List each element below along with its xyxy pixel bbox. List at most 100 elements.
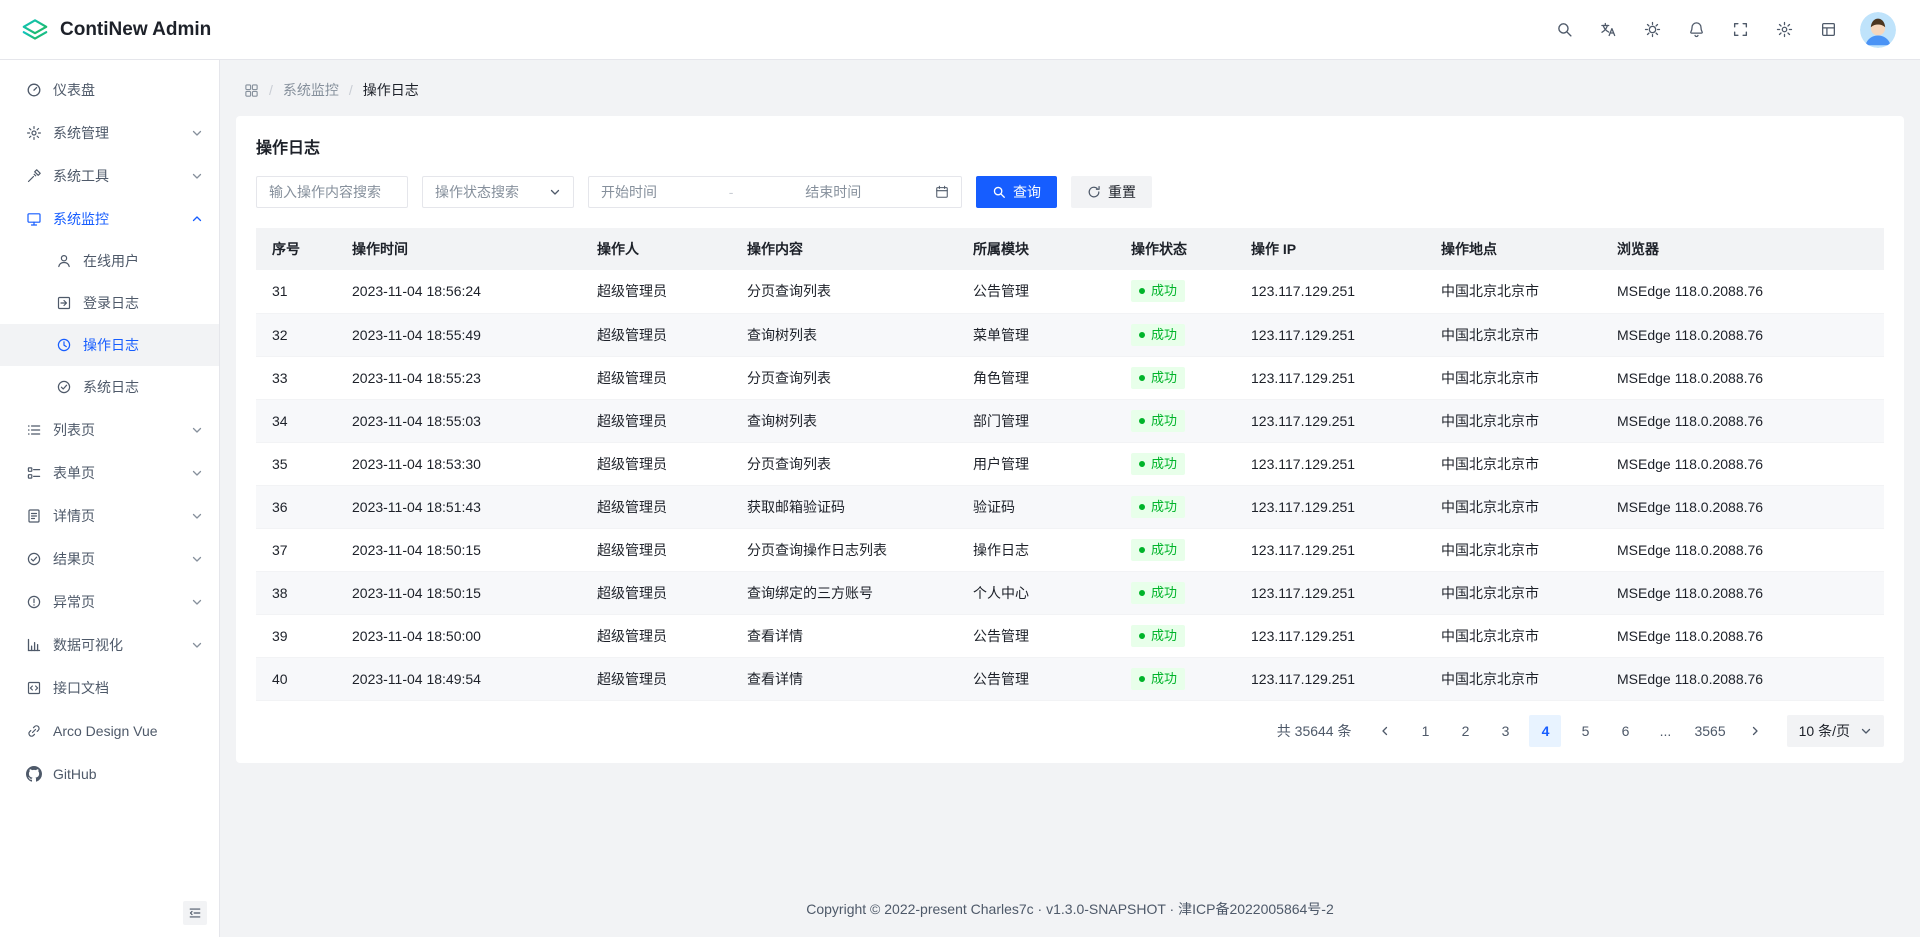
status-select[interactable]: 操作状态搜索 xyxy=(422,176,574,208)
sidebar-item-online-users[interactable]: 在线用户 xyxy=(0,240,219,282)
cell-browser: MSEdge 118.0.2088.76 xyxy=(1601,313,1884,356)
search-icon xyxy=(992,185,1006,199)
status-dot-icon xyxy=(1139,504,1145,510)
sidebar-item-arco-design-vue[interactable]: Arco Design Vue xyxy=(0,709,219,752)
sidebar-item-label: Arco Design Vue xyxy=(53,723,203,739)
date-range-picker[interactable]: 开始时间 - 结束时间 xyxy=(588,176,962,208)
cell-module: 个人中心 xyxy=(957,571,1115,614)
layout-icon[interactable] xyxy=(1810,12,1846,48)
reset-button-label: 重置 xyxy=(1108,182,1136,202)
table-row: 31 2023-11-04 18:56:24 超级管理员 分页查询列表 公告管理… xyxy=(256,270,1884,313)
user-icon xyxy=(56,253,72,269)
operation-log-table: 序号 操作时间 操作人 操作内容 所属模块 操作状态 操作 IP 操作地点 浏览… xyxy=(256,228,1884,701)
cell-no: 31 xyxy=(256,270,336,313)
search-button[interactable]: 查询 xyxy=(976,176,1057,208)
cell-browser: MSEdge 118.0.2088.76 xyxy=(1601,657,1884,700)
refresh-icon xyxy=(1087,185,1101,199)
cell-operator: 超级管理员 xyxy=(581,485,731,528)
sidebar-item-data-visualization[interactable]: 数据可视化 xyxy=(0,623,219,666)
sidebar-item-system-tools[interactable]: 系统工具 xyxy=(0,154,219,197)
sidebar-item-form-pages[interactable]: 表单页 xyxy=(0,451,219,494)
sidebar-item-result-pages[interactable]: 结果页 xyxy=(0,537,219,580)
cell-no: 34 xyxy=(256,399,336,442)
avatar[interactable] xyxy=(1860,12,1896,48)
chevron-up-icon xyxy=(191,213,203,225)
cell-operator: 超级管理员 xyxy=(581,614,731,657)
reset-button[interactable]: 重置 xyxy=(1071,176,1152,208)
cell-location: 中国北京北京市 xyxy=(1425,571,1601,614)
breadcrumb-item-system-monitor[interactable]: 系统监控 xyxy=(283,80,339,100)
list-icon xyxy=(26,422,42,438)
cell-ip: 123.117.129.251 xyxy=(1235,571,1425,614)
sidebar-item-label: 系统管理 xyxy=(53,123,180,143)
sidebar-item-list-pages[interactable]: 列表页 xyxy=(0,408,219,451)
cell-no: 35 xyxy=(256,442,336,485)
page-size-select[interactable]: 10 条/页 xyxy=(1787,715,1884,747)
cell-operator: 超级管理员 xyxy=(581,528,731,571)
next-page-button[interactable] xyxy=(1739,715,1771,747)
sidebar-item-detail-pages[interactable]: 详情页 xyxy=(0,494,219,537)
brand[interactable]: ContiNew Admin xyxy=(20,18,211,42)
chevron-down-icon xyxy=(549,186,561,198)
theme-icon[interactable] xyxy=(1634,12,1670,48)
sidebar-item-api-docs[interactable]: 接口文档 xyxy=(0,666,219,709)
sidebar-item-exception-pages[interactable]: 异常页 xyxy=(0,580,219,623)
page-button-6[interactable]: 6 xyxy=(1609,715,1641,747)
page-button-3[interactable]: 3 xyxy=(1489,715,1521,747)
page-button-4[interactable]: 4 xyxy=(1529,715,1561,747)
status-badge: 成功 xyxy=(1131,668,1185,690)
apps-icon[interactable] xyxy=(244,83,259,98)
cell-content: 分页查询列表 xyxy=(731,270,957,313)
sidebar-item-label: GitHub xyxy=(53,766,203,782)
sidebar-collapse-button[interactable] xyxy=(183,901,207,925)
chevron-down-icon xyxy=(191,467,203,479)
cell-status: 成功 xyxy=(1115,313,1235,356)
status-text: 成功 xyxy=(1151,540,1177,560)
sidebar-item-system-management[interactable]: 系统管理 xyxy=(0,111,219,154)
status-dot-icon xyxy=(1139,547,1145,553)
prev-page-button[interactable] xyxy=(1369,715,1401,747)
settings-icon[interactable] xyxy=(1766,12,1802,48)
cell-module: 操作日志 xyxy=(957,528,1115,571)
sidebar-item-github[interactable]: GitHub xyxy=(0,752,219,795)
chevron-down-icon xyxy=(191,639,203,651)
sidebar-item-login-logs[interactable]: 登录日志 xyxy=(0,282,219,324)
status-text: 成功 xyxy=(1151,325,1177,345)
status-text: 成功 xyxy=(1151,368,1177,388)
notification-icon[interactable] xyxy=(1678,12,1714,48)
page-button-3565[interactable]: 3565 xyxy=(1689,715,1730,747)
column-header-status: 操作状态 xyxy=(1115,228,1235,270)
status-badge: 成功 xyxy=(1131,539,1185,561)
cell-time: 2023-11-04 18:55:03 xyxy=(336,399,581,442)
content-search-input[interactable]: 输入操作内容搜索 xyxy=(256,176,408,208)
page-button-1[interactable]: 1 xyxy=(1409,715,1441,747)
cell-content: 查看详情 xyxy=(731,657,957,700)
sidebar-item-operation-logs[interactable]: 操作日志 xyxy=(0,324,219,366)
sidebar-item-dashboard[interactable]: 仪表盘 xyxy=(0,68,219,111)
page-button-2[interactable]: 2 xyxy=(1449,715,1481,747)
page-button-5[interactable]: 5 xyxy=(1569,715,1601,747)
cell-no: 38 xyxy=(256,571,336,614)
translate-icon[interactable] xyxy=(1590,12,1626,48)
table-row: 35 2023-11-04 18:53:30 超级管理员 分页查询列表 用户管理… xyxy=(256,442,1884,485)
cell-status: 成功 xyxy=(1115,657,1235,700)
search-icon[interactable] xyxy=(1546,12,1582,48)
status-badge: 成功 xyxy=(1131,625,1185,647)
cell-no: 36 xyxy=(256,485,336,528)
table-row: 34 2023-11-04 18:55:03 超级管理员 查询树列表 部门管理 … xyxy=(256,399,1884,442)
cell-time: 2023-11-04 18:51:43 xyxy=(336,485,581,528)
status-badge: 成功 xyxy=(1131,582,1185,604)
sidebar-item-label: 数据可视化 xyxy=(53,635,180,655)
status-badge: 成功 xyxy=(1131,496,1185,518)
cell-content: 查询树列表 xyxy=(731,313,957,356)
fullscreen-icon[interactable] xyxy=(1722,12,1758,48)
sidebar-item-system-logs[interactable]: 系统日志 xyxy=(0,366,219,408)
cell-content: 获取邮箱验证码 xyxy=(731,485,957,528)
app-logo-icon xyxy=(20,18,50,42)
cell-ip: 123.117.129.251 xyxy=(1235,657,1425,700)
footer-copyright: Copyright © 2022-present Charles7c · v1.… xyxy=(236,885,1904,927)
table-row: 40 2023-11-04 18:49:54 超级管理员 查看详情 公告管理 成… xyxy=(256,657,1884,700)
table-header-row: 序号 操作时间 操作人 操作内容 所属模块 操作状态 操作 IP 操作地点 浏览… xyxy=(256,228,1884,270)
cell-module: 验证码 xyxy=(957,485,1115,528)
sidebar-item-system-monitor[interactable]: 系统监控 xyxy=(0,197,219,240)
